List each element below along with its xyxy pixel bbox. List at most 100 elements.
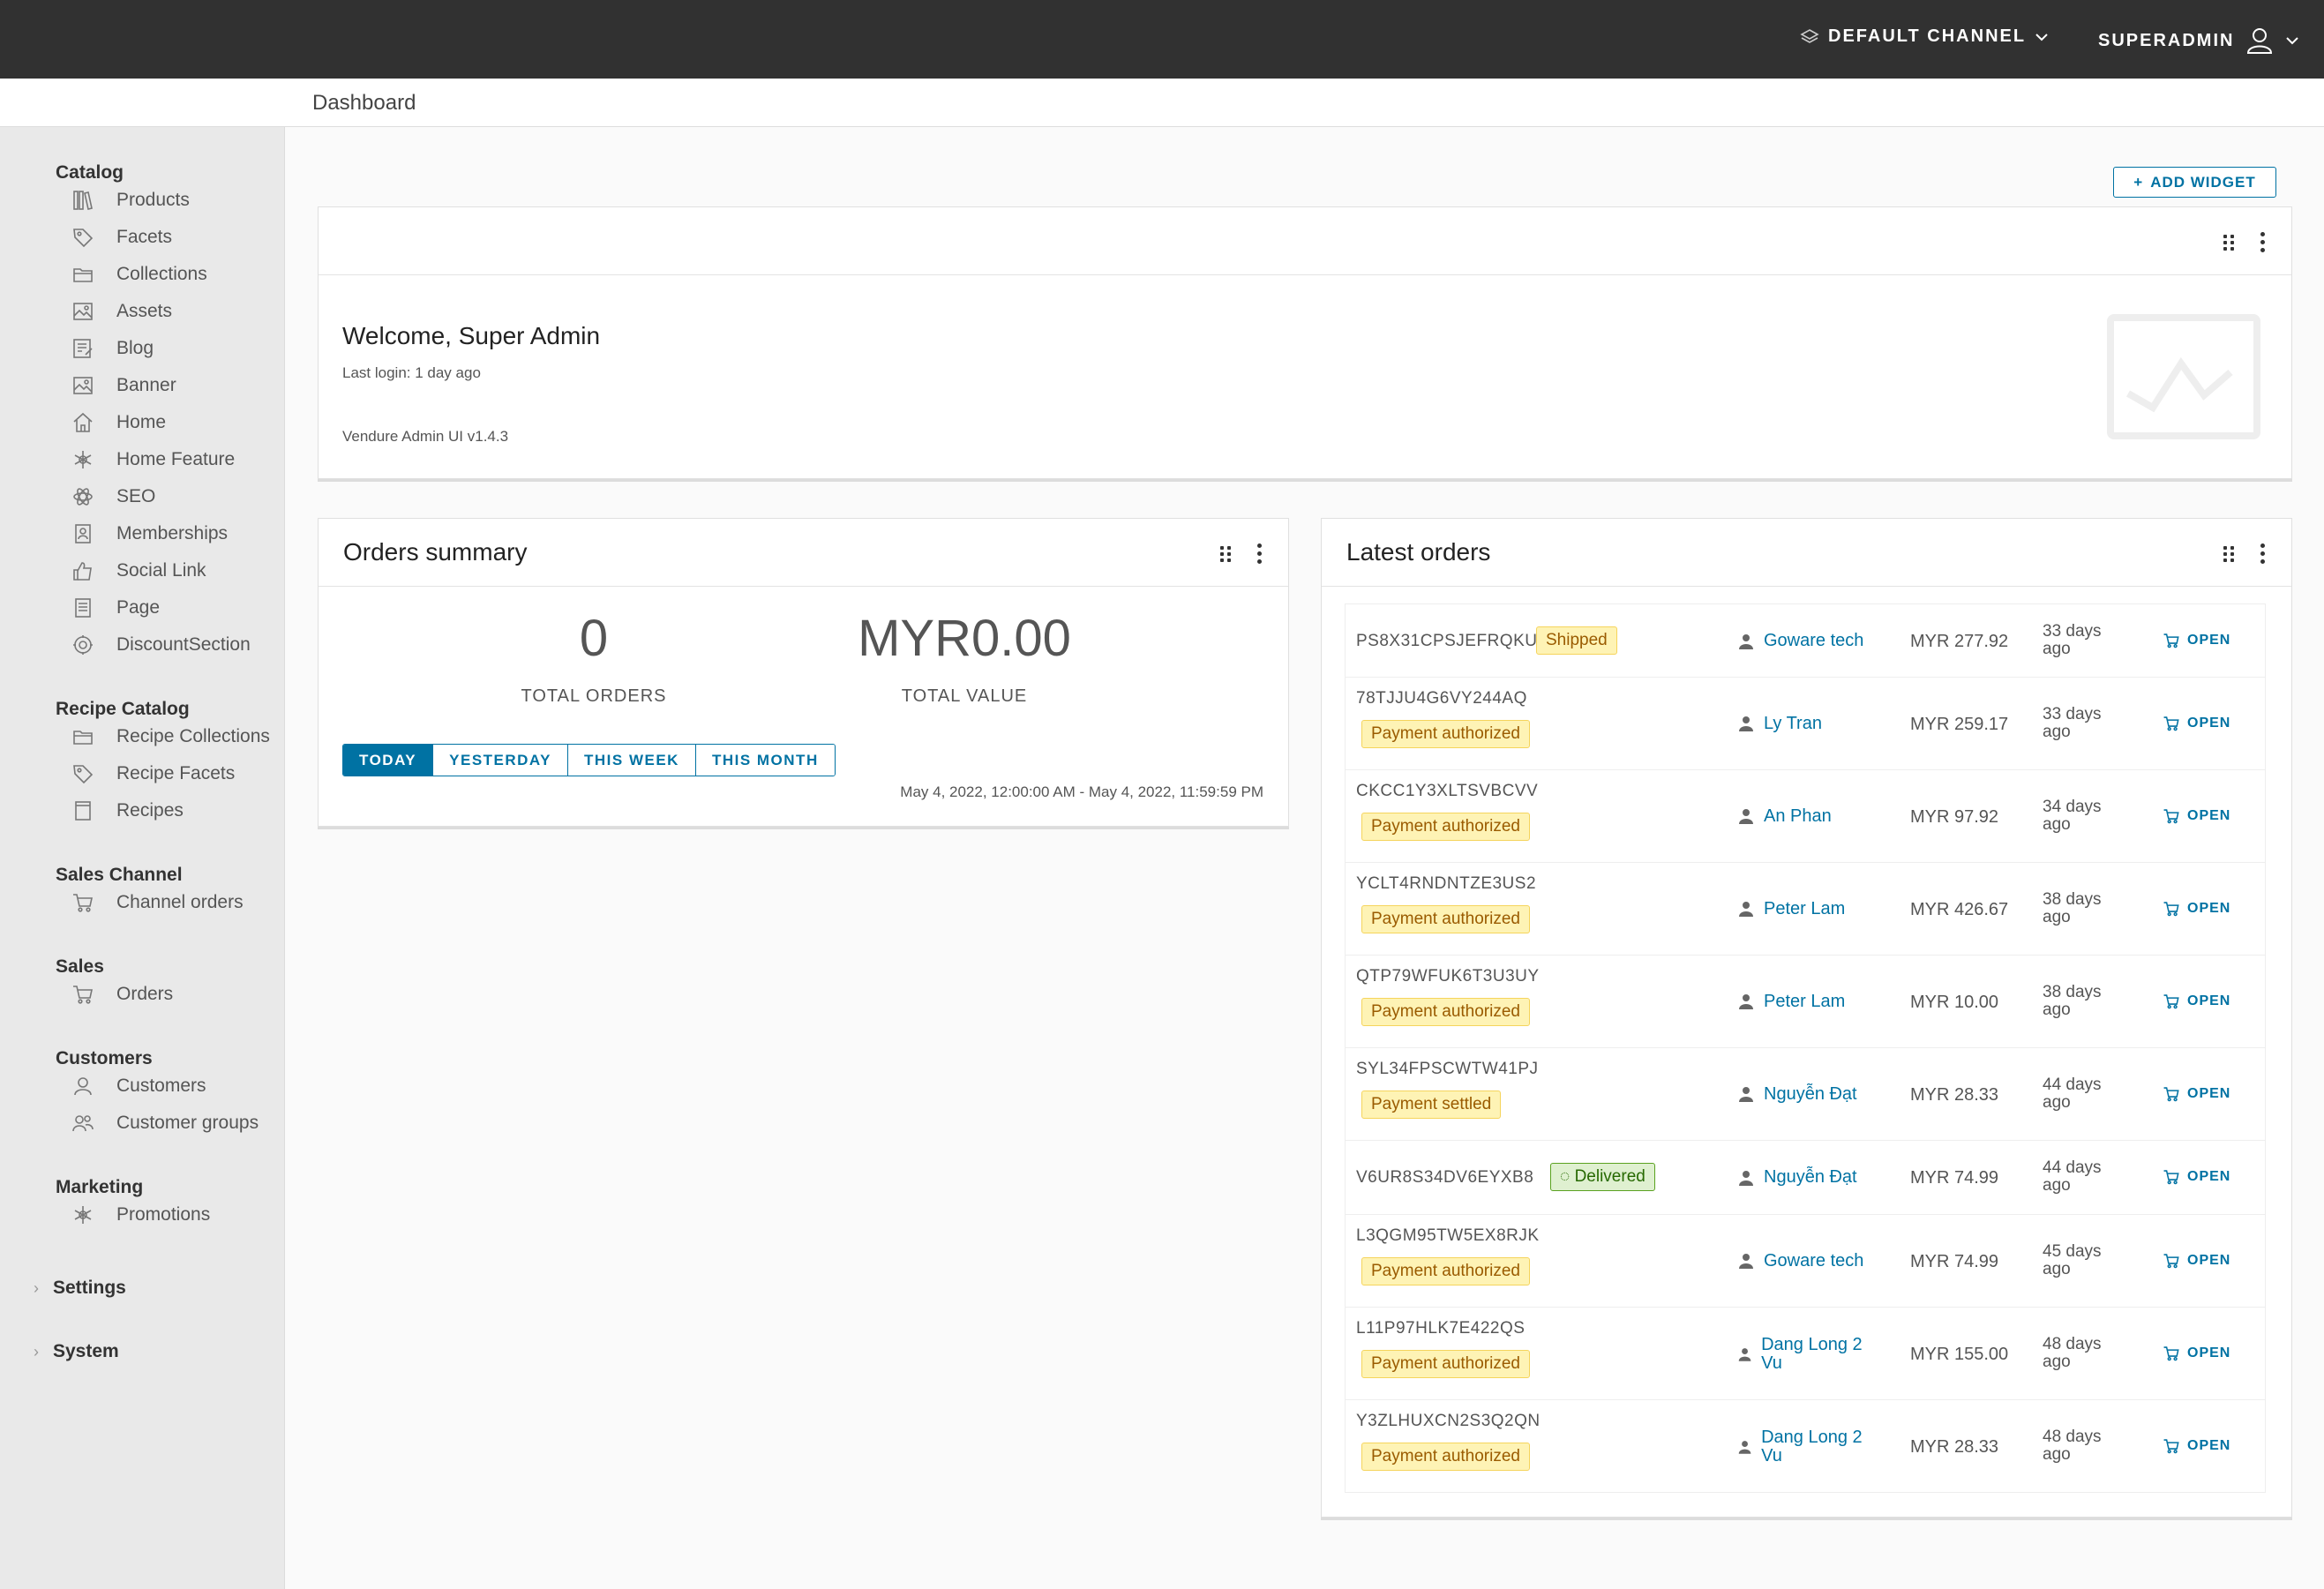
sidebar-item-home-feature[interactable]: Home Feature bbox=[71, 445, 235, 475]
customer-link[interactable]: An Phan bbox=[1737, 806, 1870, 826]
open-order-button[interactable]: OPEN bbox=[2163, 900, 2230, 918]
plus-icon: + bbox=[2133, 173, 2144, 191]
customer-name: Nguyễn Đạt bbox=[1764, 1083, 1857, 1104]
open-label: OPEN bbox=[2187, 1169, 2231, 1184]
order-code: SYL34FPSCWTW41PJ bbox=[1356, 1060, 1539, 1078]
customer-link[interactable]: Nguyễn Đạt bbox=[1737, 1083, 1870, 1104]
sidebar-item-social-link[interactable]: Social Link bbox=[71, 556, 206, 586]
open-label: OPEN bbox=[2187, 1085, 2231, 1101]
open-label: OPEN bbox=[2187, 807, 2231, 823]
channel-switcher[interactable]: DEFAULT CHANNEL bbox=[1800, 26, 2049, 47]
order-status-label: Payment authorized bbox=[1371, 1002, 1520, 1021]
sidebar-item-label: Customer groups bbox=[116, 1113, 259, 1133]
open-order-button[interactable]: OPEN bbox=[2163, 632, 2230, 649]
range-today-button[interactable]: TODAY bbox=[343, 745, 434, 776]
sidebar-item-seo[interactable]: SEO bbox=[71, 482, 155, 512]
order-code: YCLT4RNDNTZE3US2 bbox=[1356, 874, 1537, 893]
sidebar-group-system[interactable]: › System bbox=[34, 1341, 119, 1362]
open-label: OPEN bbox=[2187, 715, 2231, 731]
sidebar-item-home[interactable]: Home bbox=[71, 408, 166, 438]
latest-orders-list: PS8X31CPSJEFRQKU Shipped Goware tech MYR… bbox=[1345, 603, 2266, 1493]
tag-icon bbox=[71, 225, 95, 250]
sidebar-item-label: Recipes bbox=[116, 800, 184, 821]
order-age: 38 days ago bbox=[2043, 889, 2102, 926]
sidebar-group-settings[interactable]: › Settings bbox=[34, 1278, 126, 1299]
order-total: MYR 155.00 bbox=[1910, 1344, 2009, 1364]
sidebar-section-title: Recipe Catalog bbox=[56, 699, 190, 719]
order-code: CKCC1Y3XLTSVBCVV bbox=[1356, 782, 1539, 800]
cart-icon bbox=[2163, 1438, 2179, 1453]
customer-link[interactable]: Ly Tran bbox=[1737, 714, 1870, 733]
sidebar-item-page[interactable]: Page bbox=[71, 593, 160, 623]
sidebar-item-label: Home Feature bbox=[116, 449, 236, 469]
sidebar-item-assets[interactable]: Assets bbox=[71, 296, 172, 326]
drag-handle-icon[interactable] bbox=[1220, 545, 1233, 562]
sidebar-item-blog[interactable]: Blog bbox=[71, 334, 154, 364]
asterisk-icon bbox=[71, 1203, 95, 1227]
sidebar-item-channel-orders[interactable]: Channel orders bbox=[71, 888, 244, 918]
range-this-week-button[interactable]: THIS WEEK bbox=[568, 745, 696, 776]
order-status-label: Payment settled bbox=[1371, 1095, 1492, 1113]
more-options-icon[interactable] bbox=[2260, 543, 2265, 564]
sidebar-item-orders[interactable]: Orders bbox=[71, 979, 173, 1009]
drag-handle-icon[interactable] bbox=[2223, 545, 2236, 562]
open-order-button[interactable]: OPEN bbox=[2163, 1437, 2230, 1455]
person-icon bbox=[1739, 716, 1753, 731]
sidebar-item-memberships[interactable]: Memberships bbox=[71, 519, 228, 549]
sidebar-item-customer-groups[interactable]: Customer groups bbox=[71, 1108, 259, 1138]
open-order-button[interactable]: OPEN bbox=[2163, 993, 2230, 1010]
cart-icon bbox=[2163, 716, 2179, 731]
customer-link[interactable]: Goware tech bbox=[1737, 1251, 1870, 1270]
range-yesterday-button[interactable]: YESTERDAY bbox=[433, 745, 568, 776]
open-order-button[interactable]: OPEN bbox=[2163, 1252, 2230, 1270]
version-text: Vendure Admin UI v1.4.3 bbox=[342, 428, 509, 445]
more-options-icon[interactable] bbox=[2260, 232, 2265, 252]
more-options-icon[interactable] bbox=[1257, 543, 1262, 564]
range-this-month-button[interactable]: THIS MONTH bbox=[695, 745, 835, 776]
orders-summary-widget: Orders summary bbox=[318, 518, 1289, 827]
order-status-label: Payment authorized bbox=[1371, 1354, 1520, 1373]
open-order-button[interactable]: OPEN bbox=[2163, 1168, 2230, 1186]
order-status-label: Payment authorized bbox=[1371, 817, 1520, 836]
sidebar-item-promotions[interactable]: Promotions bbox=[71, 1200, 210, 1230]
date-range-text: May 4, 2022, 12:00:00 AM - May 4, 2022, … bbox=[900, 783, 1263, 800]
sidebar-section-title: Sales bbox=[56, 956, 104, 977]
sidebar-item-products[interactable]: Products bbox=[71, 185, 190, 215]
open-label: OPEN bbox=[2187, 1437, 2231, 1453]
open-order-button[interactable]: OPEN bbox=[2163, 715, 2230, 732]
orders-summary-title: Orders summary bbox=[343, 538, 528, 566]
sidebar-item-banner[interactable]: Banner bbox=[71, 371, 176, 401]
order-code: PS8X31CPSJEFRQKU bbox=[1356, 632, 1538, 650]
sidebar-item-facets[interactable]: Facets bbox=[71, 222, 172, 252]
sidebar-item-recipes[interactable]: Recipes bbox=[71, 796, 184, 826]
customer-link[interactable]: Peter Lam bbox=[1737, 899, 1870, 918]
customer-name: Peter Lam bbox=[1764, 991, 1846, 1011]
sidebar-item-recipe-collections[interactable]: Recipe Collections bbox=[71, 722, 270, 752]
id-badge-icon bbox=[71, 521, 95, 546]
sidebar-item-recipe-facets[interactable]: Recipe Facets bbox=[71, 759, 235, 789]
user-menu[interactable]: SUPERADMIN bbox=[2098, 26, 2299, 55]
customer-link[interactable]: Nguyễn Đạt bbox=[1737, 1168, 1870, 1187]
customer-link[interactable]: Dang Long 2 Vu bbox=[1737, 1335, 1870, 1373]
sidebar-item-label: Collections bbox=[116, 264, 207, 284]
open-order-button[interactable]: OPEN bbox=[2163, 1085, 2230, 1103]
order-status-badge: Payment settled bbox=[1361, 1091, 1502, 1119]
sidebar-group-label: Settings bbox=[53, 1278, 126, 1298]
sidebar-item-collections[interactable]: Collections bbox=[71, 259, 207, 289]
open-order-button[interactable]: OPEN bbox=[2163, 1345, 2230, 1362]
cart-icon bbox=[2163, 901, 2179, 916]
order-total: MYR 28.33 bbox=[1910, 1436, 1999, 1457]
breadcrumb-bar: Dashboard bbox=[0, 79, 2324, 127]
customer-link[interactable]: Peter Lam bbox=[1737, 991, 1870, 1011]
add-widget-button[interactable]: + ADD WIDGET bbox=[2113, 167, 2276, 198]
person-icon bbox=[1739, 809, 1753, 824]
order-total: MYR 10.00 bbox=[1910, 992, 1999, 1012]
sidebar-item-customers[interactable]: Customers bbox=[71, 1071, 206, 1101]
cart-icon bbox=[71, 890, 95, 915]
sidebar-item-label: Recipe Collections bbox=[116, 726, 270, 746]
customer-link[interactable]: Dang Long 2 Vu bbox=[1737, 1428, 1870, 1465]
sidebar-item-discountsection[interactable]: DiscountSection bbox=[71, 630, 251, 660]
customer-link[interactable]: Goware tech bbox=[1737, 632, 1870, 650]
open-order-button[interactable]: OPEN bbox=[2163, 807, 2230, 825]
drag-handle-icon[interactable] bbox=[2223, 234, 2236, 251]
